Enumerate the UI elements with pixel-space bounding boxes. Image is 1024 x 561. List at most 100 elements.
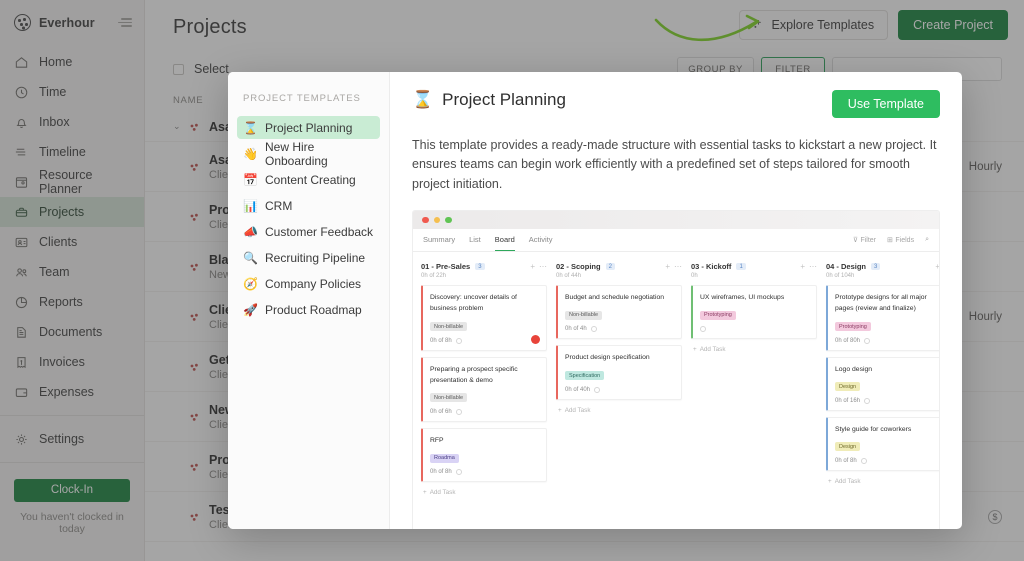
plus-icon: + [665, 261, 670, 271]
template-item-recruiting-pipeline[interactable]: 🔍 Recruiting Pipeline [237, 246, 380, 269]
board-column-actions[interactable]: +⋯ [800, 261, 817, 271]
card-title: Preparing a prospect specific presentati… [430, 365, 518, 384]
card-time: 0h of 4h [565, 326, 587, 333]
templates-panel-title: PROJECT TEMPLATES [243, 93, 361, 104]
search-icon: ⌕ [925, 236, 929, 244]
preview-tab-activity[interactable]: Activity [529, 229, 553, 251]
card-footer: 0h of 4h [565, 326, 674, 333]
card-timer-icon[interactable] [455, 469, 462, 476]
card-time: 0h of 8h [430, 469, 452, 476]
card-title: RFP [430, 436, 444, 444]
board-card[interactable]: UX wireframes, UI mockups Prototyping [691, 285, 817, 340]
board-column-actions[interactable]: +⋯ [935, 262, 939, 271]
more-icon: ⋯ [539, 261, 547, 271]
add-task-button[interactable]: + Add Task [556, 407, 682, 414]
board-column-count: 2 [605, 263, 615, 271]
plus-icon: + [558, 406, 562, 414]
card-timer-icon[interactable] [864, 397, 871, 404]
card-title: Prototype designs for all major pages (r… [835, 294, 927, 313]
card-footer: 0h of 8h [430, 469, 539, 476]
card-time: 0h of 6h [430, 408, 452, 415]
preview-toolbar: ⊽ Filter ⊞ Fields ⌕ [853, 236, 929, 244]
plus-icon: + [530, 261, 535, 271]
board-card[interactable]: Prototype designs for all major pages (r… [826, 285, 939, 351]
board-card[interactable]: Preparing a prospect specific presentati… [421, 356, 547, 422]
add-task-button[interactable]: + Add Task [691, 346, 817, 353]
board-column-actions[interactable]: +⋯ [665, 261, 682, 271]
board-card[interactable]: Discovery: uncover details of business p… [421, 285, 547, 351]
plus-icon: + [828, 477, 832, 485]
card-footer: 0h of 8h [835, 457, 939, 464]
board-column-actions[interactable]: +⋯ [530, 261, 547, 271]
preview-window-chrome [413, 211, 939, 230]
compass-icon: 🧭 [243, 276, 258, 291]
board-card[interactable]: Style guide for coworkers Design 0h of 8… [826, 416, 939, 471]
template-item-label: Company Policies [265, 276, 362, 291]
template-detail-header: ⌛ Project Planning Use Template [412, 90, 940, 118]
board-card[interactable]: Logo design Design 0h of 16h [826, 356, 939, 411]
more-icon: ⋯ [674, 261, 682, 271]
card-timer-icon[interactable] [860, 457, 867, 464]
template-item-label: Recruiting Pipeline [265, 250, 366, 265]
add-task-label: Add Task [699, 346, 726, 354]
card-tag: Prototyping [700, 310, 736, 320]
board-column-scoping: 02 - Scoping 2 + ⋯ 0h of 44h Budget and s… [556, 262, 682, 496]
board-cards: UX wireframes, UI mockups Prototyping [691, 285, 817, 340]
board-column-count: 1 [736, 263, 746, 271]
filter-icon: ⊽ [852, 237, 858, 245]
waving-hand-icon: 👋 [243, 146, 258, 161]
template-item-content-creating[interactable]: 📅 Content Creating [237, 168, 380, 191]
template-item-product-roadmap[interactable]: 🚀 Product Roadmap [237, 298, 380, 321]
template-item-crm[interactable]: 📊 CRM [237, 194, 380, 217]
card-title: Logo design [835, 365, 873, 373]
template-detail-title: Project Planning [442, 90, 566, 109]
card-footer: 0h of 8h [430, 337, 539, 344]
card-title: Budget and schedule negotiation [565, 294, 665, 302]
more-icon: ⋯ [809, 261, 817, 271]
board-card[interactable]: Budget and schedule negotiation Non-bill… [556, 285, 682, 340]
template-item-project-planning[interactable]: ⌛ Project Planning [237, 116, 380, 139]
card-timer-icon[interactable] [700, 326, 706, 333]
template-item-label: CRM [265, 198, 293, 213]
card-timer-icon[interactable] [594, 386, 601, 393]
card-tag: Roadma [430, 453, 459, 463]
template-item-customer-feedback[interactable]: 📣 Customer Feedback [237, 220, 380, 243]
template-item-label: New Hire Onboarding [265, 139, 328, 168]
template-description: This template provides a ready-made stru… [412, 138, 937, 191]
card-timer-icon[interactable] [455, 408, 462, 415]
use-template-button[interactable]: Use Template [831, 90, 940, 118]
add-task-label: Add Task [429, 489, 456, 497]
templates-list-panel: PROJECT TEMPLATES ⌛ Project Planning 👋 N… [228, 72, 390, 529]
board-column-kickoff: 03 - Kickoff 1 + ⋯ 0h UX wireframes, UI m… [691, 262, 817, 496]
card-title: Style guide for coworkers [835, 425, 912, 433]
template-item-company-policies[interactable]: 🧭 Company Policies [237, 272, 380, 295]
board-cards: Discovery: uncover details of business p… [421, 285, 547, 483]
preview-tab-list[interactable]: List [469, 229, 481, 251]
board-column-header: 01 - Pre-Sales 3 + ⋯ [421, 262, 547, 271]
preview-fields-control[interactable]: ⊞ Fields [887, 236, 914, 245]
template-item-new-hire-onboarding[interactable]: 👋 New Hire Onboarding [237, 139, 380, 168]
board-card[interactable]: Product design specification Specificati… [556, 345, 682, 400]
template-item-label: Content Creating [265, 172, 356, 187]
card-footer: 0h of 80h [835, 337, 939, 344]
board-card[interactable]: RFP Roadma 0h of 8h [421, 427, 547, 483]
card-time: 0h of 8h [835, 457, 857, 464]
preview-tab-board[interactable]: Board [494, 229, 515, 252]
card-time: 0h of 40h [565, 386, 591, 393]
preview-filter-control[interactable]: ⊽ Filter [852, 236, 876, 245]
preview-board: 01 - Pre-Sales 3 + ⋯ 0h of 22h Discovery:… [413, 252, 939, 507]
project-templates-modal: PROJECT TEMPLATES ⌛ Project Planning 👋 N… [228, 72, 962, 529]
card-timer-icon[interactable] [590, 326, 597, 333]
card-timer-icon[interactable] [455, 337, 462, 344]
add-task-button[interactable]: + Add Task [421, 489, 547, 496]
card-timer-icon[interactable] [864, 337, 871, 344]
preview-search-control[interactable]: ⌕ [925, 236, 929, 244]
window-maximize-dot [445, 216, 452, 224]
board-column-name: 02 - Scoping [556, 262, 601, 272]
board-column-name: 04 - Design [826, 262, 867, 272]
preview-tab-summary[interactable]: Summary [423, 229, 455, 251]
window-close-dot [422, 216, 429, 224]
add-task-button[interactable]: + Add Task [826, 477, 939, 485]
board-column-count: 3 [475, 263, 485, 271]
card-tag: Design [835, 442, 861, 452]
